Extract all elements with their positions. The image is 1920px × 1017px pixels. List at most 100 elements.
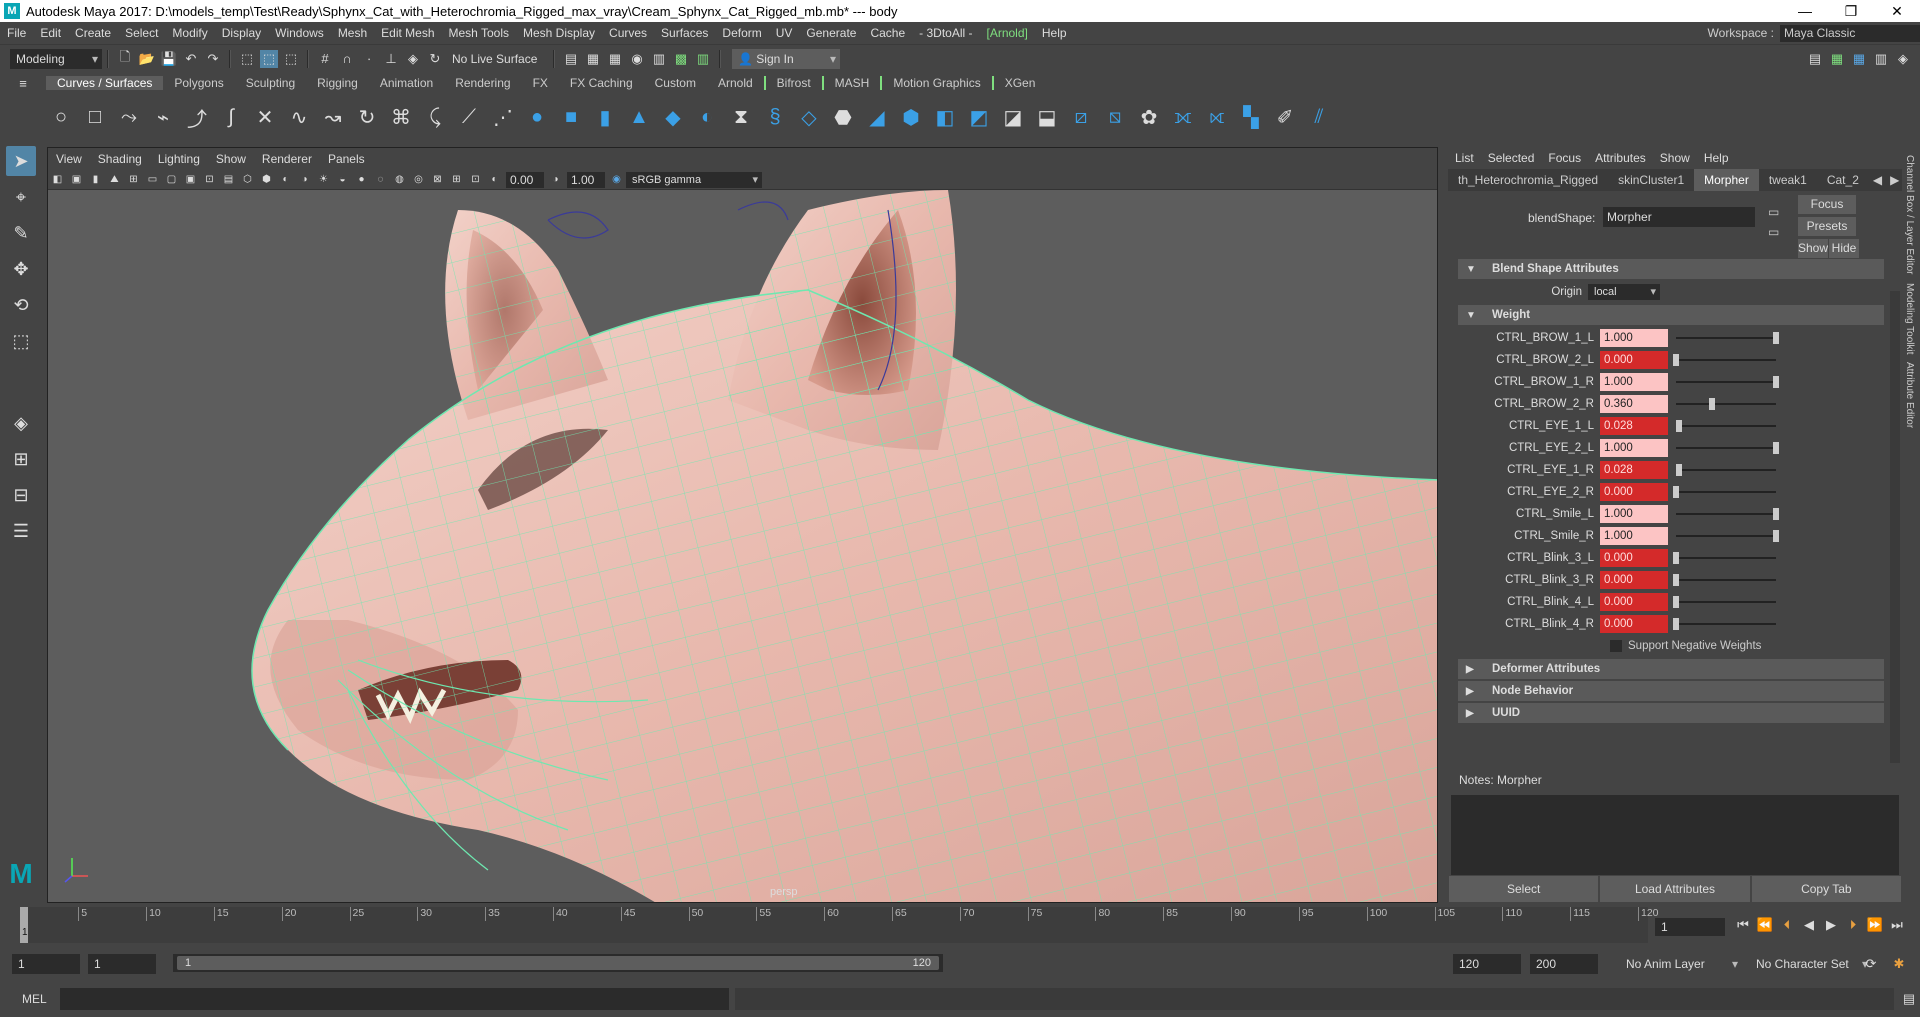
use-lights-icon[interactable]: ☀ xyxy=(316,172,331,187)
single-perspective-icon[interactable]: ◈ xyxy=(6,408,36,438)
xray-joints-icon[interactable]: ⊡ xyxy=(468,172,483,187)
field-chart-icon[interactable]: ⊡ xyxy=(202,172,217,187)
detach-surface-icon[interactable]: ⟖ xyxy=(1203,103,1231,131)
go-to-end-icon[interactable]: ⏭ xyxy=(1886,917,1908,933)
anim-prefs-icon[interactable]: ✱ xyxy=(1890,955,1908,973)
menu-cache[interactable]: Cache xyxy=(863,26,912,40)
bezier-curve-icon[interactable]: ⤴ xyxy=(183,103,211,131)
weight-value-field[interactable]: 0.000 xyxy=(1600,351,1668,369)
modeling-toolkit-icon[interactable]: ▩ xyxy=(672,50,690,68)
toggle-toolsettings-icon[interactable]: ▦ xyxy=(1850,50,1868,68)
shelf-tab-xgen[interactable]: XGen xyxy=(994,76,1047,90)
vp-menu-panels[interactable]: Panels xyxy=(320,152,373,166)
shelf-tab-rigging[interactable]: Rigging xyxy=(306,76,369,90)
weight-slider[interactable] xyxy=(1673,573,1776,587)
section-node-behavior[interactable]: ▶ Node Behavior xyxy=(1458,681,1884,701)
bevel-plus-icon[interactable]: ⬢ xyxy=(897,103,925,131)
slider-handle[interactable] xyxy=(1673,354,1679,366)
weight-value-field[interactable]: 1.000 xyxy=(1600,505,1668,523)
rebuild-curve-icon[interactable]: ↻ xyxy=(353,103,381,131)
weight-value-field[interactable]: 0.028 xyxy=(1600,461,1668,479)
tab-left-icon[interactable]: ◀ xyxy=(1869,173,1886,187)
motion-blur-icon[interactable]: ◌ xyxy=(373,172,388,187)
step-back-key-icon[interactable]: ⏴ xyxy=(1776,917,1798,933)
boundary-icon[interactable]: ◧ xyxy=(931,103,959,131)
nurbs-square-icon[interactable]: □ xyxy=(81,103,109,131)
slider-handle[interactable] xyxy=(1673,618,1679,630)
loft-icon[interactable]: § xyxy=(761,103,789,131)
shelf-tab-fx-caching[interactable]: FX Caching xyxy=(559,76,644,90)
ambient-occlusion-icon[interactable]: ● xyxy=(354,172,369,187)
smooth-shade-icon[interactable]: ⬢ xyxy=(259,172,274,187)
camera-select-icon[interactable]: ◧ xyxy=(50,172,65,187)
weight-slider[interactable] xyxy=(1673,595,1776,609)
vp-menu-show[interactable]: Show xyxy=(208,152,254,166)
save-scene-icon[interactable]: 💾 xyxy=(160,50,178,68)
slider-handle[interactable] xyxy=(1773,442,1779,454)
menuset-dropdown[interactable]: Modeling xyxy=(10,48,102,69)
weight-value-field[interactable]: 1.000 xyxy=(1600,439,1668,457)
slider-handle[interactable] xyxy=(1675,420,1682,432)
slider-handle[interactable] xyxy=(1773,530,1779,542)
weight-slider[interactable] xyxy=(1676,507,1779,521)
resolution-gate-icon[interactable]: ▢ xyxy=(164,172,179,187)
section-uuid[interactable]: ▶ UUID xyxy=(1458,703,1884,723)
menu-modify[interactable]: Modify xyxy=(165,26,214,40)
pencil-curve-icon[interactable]: ∫ xyxy=(217,103,245,131)
play-forward-icon[interactable]: ▶ xyxy=(1820,917,1842,933)
colorspace-dropdown[interactable]: sRGB gamma xyxy=(626,171,762,188)
weight-value-field[interactable]: 1.000 xyxy=(1600,373,1668,391)
menu-uv[interactable]: UV xyxy=(769,26,800,40)
weight-value-field[interactable]: 0.000 xyxy=(1600,593,1668,611)
render-frame-icon[interactable]: ▦ xyxy=(584,50,602,68)
slider-handle[interactable] xyxy=(1673,596,1679,608)
select-component-icon[interactable]: ⬚ xyxy=(282,50,300,68)
default-material-icon[interactable]: ◐ xyxy=(278,172,293,187)
camera-attr-icon[interactable]: ▣ xyxy=(69,172,84,187)
nurbs-circle-icon[interactable]: ○ xyxy=(47,103,75,131)
snap-curve-icon[interactable]: ∩ xyxy=(338,50,356,68)
ipr-render-icon[interactable]: ▦ xyxy=(606,50,624,68)
extrude-icon[interactable]: ⬣ xyxy=(829,103,857,131)
image-plane-icon[interactable]: ⛰ xyxy=(107,172,122,187)
film-gate-icon[interactable]: ▭ xyxy=(145,172,160,187)
section-blend-shape-attributes[interactable]: ▼ Blend Shape Attributes xyxy=(1458,259,1884,279)
shelf-tab-curves-surfaces[interactable]: Curves / Surfaces xyxy=(46,76,164,90)
menu-mesh-display[interactable]: Mesh Display xyxy=(516,26,602,40)
menu-file[interactable]: File xyxy=(0,26,33,40)
menu-3dtoall[interactable]: - 3DtoAll - xyxy=(912,26,979,40)
time-slider[interactable]: 1 5 10 15 20 25 30 35 40 45 50 55 60 65 70 75 80 85 90 95 1… xyxy=(0,907,1920,949)
nurbs-cube-icon[interactable]: ■ xyxy=(557,103,585,131)
menu-create[interactable]: Create xyxy=(68,26,118,40)
shelf-tab-rendering[interactable]: Rendering xyxy=(444,76,521,90)
playback-end-field[interactable]: 120 xyxy=(1453,954,1521,974)
insert-knot-icon[interactable]: ⋰ xyxy=(489,103,517,131)
weight-slider[interactable] xyxy=(1673,485,1776,499)
shelf-tab-animation[interactable]: Animation xyxy=(369,76,444,90)
offset-curve-icon[interactable]: ⌘ xyxy=(387,103,415,131)
workspace-dropdown[interactable]: Maya Classic xyxy=(1780,24,1920,42)
notes-textarea[interactable] xyxy=(1451,795,1899,875)
attach-curve-icon[interactable]: ∿ xyxy=(285,103,313,131)
section-weight[interactable]: ▼ Weight xyxy=(1458,305,1884,325)
shelf-tab-mash[interactable]: MASH xyxy=(821,76,881,90)
menu-display[interactable]: Display xyxy=(215,26,268,40)
select-tool-icon[interactable]: ➤ xyxy=(6,146,36,176)
weight-value-field[interactable]: 0.000 xyxy=(1600,571,1668,589)
scale-tool-icon[interactable]: ⬚ xyxy=(6,326,36,356)
new-scene-icon[interactable]: 🗋 xyxy=(116,49,134,68)
step-forward-key-icon[interactable]: ⏵ xyxy=(1842,917,1864,933)
shelf-tab-custom[interactable]: Custom xyxy=(644,76,707,90)
range-bar[interactable]: 1 120 xyxy=(173,954,943,972)
square-surface-icon[interactable]: ◩ xyxy=(965,103,993,131)
restore-icon[interactable]: ❐ xyxy=(1828,3,1874,20)
wireframe-icon[interactable]: ⬡ xyxy=(240,172,255,187)
copy-node-icon[interactable]: ▭ xyxy=(1768,225,1779,239)
weight-value-field[interactable]: 0.000 xyxy=(1600,483,1668,501)
vp-menu-renderer[interactable]: Renderer xyxy=(254,152,320,166)
slider-handle[interactable] xyxy=(1673,486,1679,498)
anim-start-field[interactable]: 1 xyxy=(12,954,80,974)
extend-curve-icon[interactable]: ⟋ xyxy=(455,103,483,131)
support-negative-checkbox[interactable] xyxy=(1610,640,1622,652)
nurbs-cylinder-icon[interactable]: ▮ xyxy=(591,103,619,131)
